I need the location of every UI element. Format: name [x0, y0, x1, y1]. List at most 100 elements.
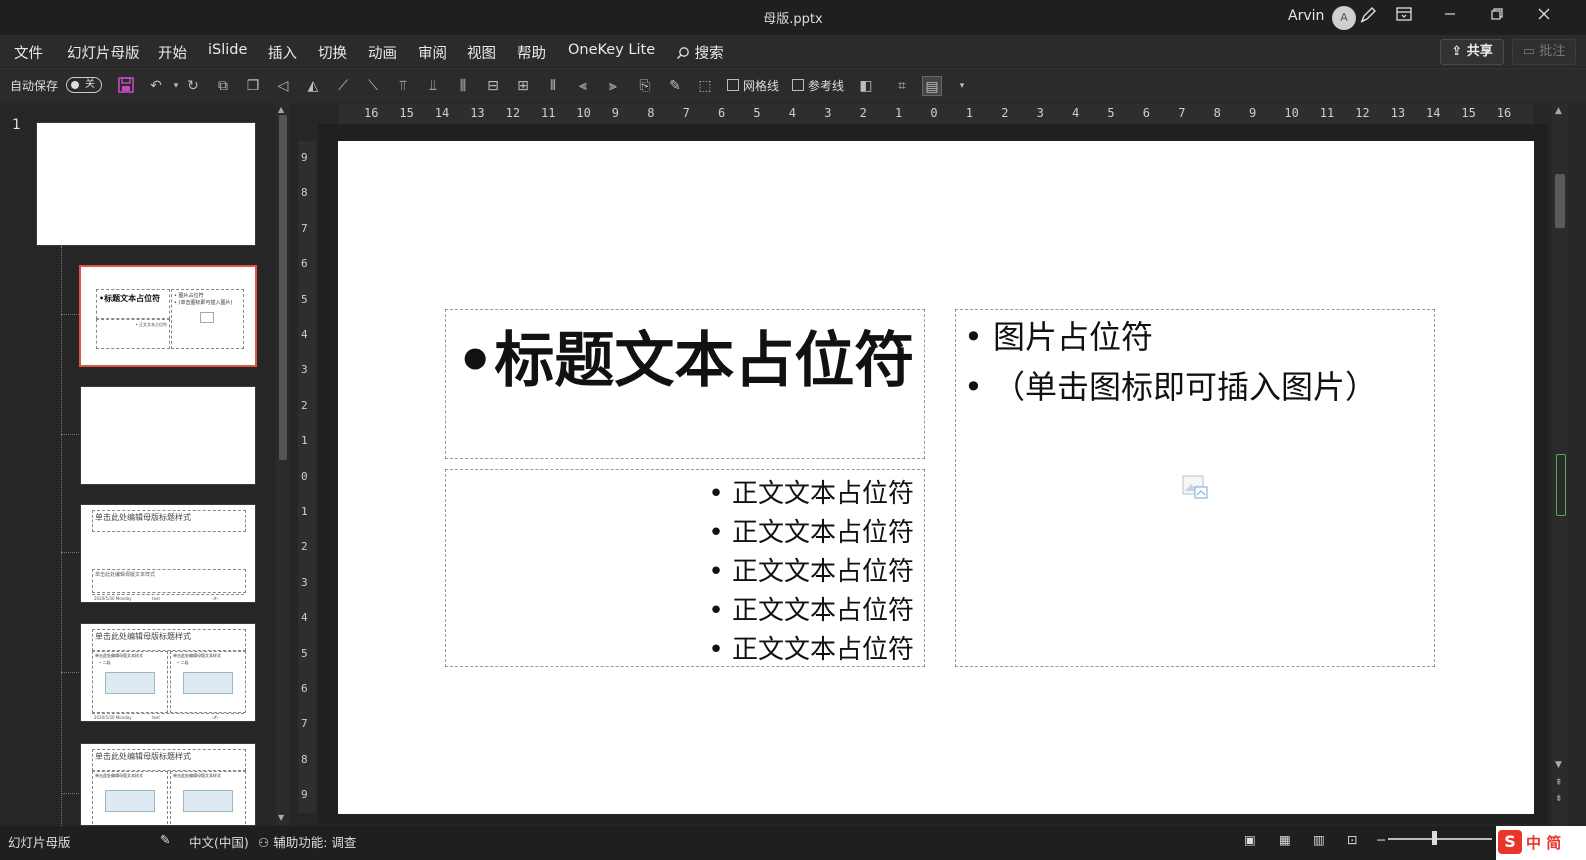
zoom-out-icon[interactable]: − — [1376, 832, 1386, 847]
thumb-content-icons — [105, 790, 155, 812]
menu-slide-master[interactable]: 幻灯片母版 — [67, 42, 140, 63]
reading-view-icon[interactable]: ▥ — [1313, 832, 1325, 847]
restore-icon[interactable] — [1485, 5, 1509, 29]
normal-view-icon[interactable]: ▣ — [1244, 832, 1256, 847]
distribute-vertical-icon[interactable]: ⫴ — [543, 76, 563, 96]
rotate-right-icon[interactable]: ⟋ — [333, 76, 353, 96]
thumb-content-icons — [183, 790, 233, 812]
layout-thumbnail-selected[interactable]: •标题文本占位符 • 正文文本占位符 • 图片占位符 • (单击图标即可插入图片… — [79, 265, 257, 367]
ruler-tick-label: 9 — [301, 151, 308, 164]
layout-thumbnail-two-content[interactable]: 单击此处编辑母版标题样式 单击此处编辑母版文本样式 • 二级 单击此处编辑母版文… — [80, 623, 256, 722]
islide-side-tab-icon[interactable] — [1556, 454, 1566, 516]
menu-insert[interactable]: 插入 — [268, 42, 297, 63]
body-text-line: • 正文文本占位符 — [708, 596, 914, 626]
redo-icon[interactable]: ↻ — [183, 76, 203, 96]
scroll-up-icon[interactable]: ▲ — [278, 105, 284, 114]
align-center-icon[interactable]: ⊞ — [513, 76, 533, 96]
spelling-check-icon[interactable]: ✎ — [160, 832, 170, 847]
slide-sorter-icon[interactable]: ▦ — [1279, 832, 1291, 847]
panel-scroll-thumb[interactable] — [279, 115, 287, 460]
gridlines-checkbox[interactable] — [727, 79, 739, 91]
canvas-scroll-thumb[interactable] — [1555, 174, 1565, 228]
share-button[interactable]: ⇪ 共享 — [1440, 39, 1504, 65]
body-placeholder[interactable]: • 正文文本占位符 • 正文文本占位符 • 正文文本占位符 • 正文文本占位符 … — [445, 469, 925, 667]
previous-slide-icon[interactable]: ⇞ — [1555, 778, 1563, 788]
close-icon[interactable] — [1532, 5, 1556, 29]
bring-forward-icon[interactable]: ❐ — [243, 76, 263, 96]
group-icon[interactable]: ⧉ — [213, 76, 233, 96]
thumb-title-box: 单击此处编辑母版标题样式 — [92, 510, 246, 532]
thumb-footer: 2020/5/30 Monday text ‹#› — [92, 594, 244, 602]
comment-button[interactable]: ▭ 批注 — [1512, 39, 1576, 65]
autosave-state: 关 — [85, 79, 95, 90]
picture-placeholder[interactable]: • 图片占位符 • （单击图标即可插入图片） — [955, 309, 1435, 667]
accessibility-status[interactable]: ⚇ 辅助功能: 调查 — [258, 832, 356, 851]
ribbon-display-icon[interactable] — [1392, 5, 1416, 29]
rotate-left-icon[interactable]: ⟍ — [363, 76, 383, 96]
minimize-icon[interactable] — [1438, 5, 1462, 29]
ruler-tick-label: 3 — [301, 575, 308, 589]
layout-connector-branch — [61, 552, 79, 553]
layout-thumbnail-title-only[interactable]: 单击此处编辑母版标题样式 单击此处编辑母版文本样式 2020/5/30 Mond… — [80, 504, 256, 603]
menu-view[interactable]: 视图 — [467, 42, 496, 63]
menu-islide[interactable]: iSlide — [208, 42, 247, 58]
scroll-down-icon[interactable]: ▼ — [278, 813, 284, 822]
picture-placeholder-line: • 图片占位符 — [964, 318, 1154, 356]
slideshow-icon[interactable]: ⊡ — [1347, 832, 1357, 847]
menu-review[interactable]: 审阅 — [418, 42, 447, 63]
panel-scrollbar[interactable]: ▲ ▼ — [276, 103, 290, 826]
crop-icon[interactable]: ⌗ — [892, 76, 912, 96]
ruler-tick-label: 14 — [1426, 106, 1441, 120]
align-middle-icon[interactable]: ⊟ — [483, 76, 503, 96]
menu-animations[interactable]: 动画 — [368, 42, 397, 63]
menu-onekey-lite[interactable]: OneKey Lite — [568, 42, 655, 58]
thumb-sub-level: • 二级 — [99, 660, 111, 665]
next-slide-icon[interactable]: ⇟ — [1555, 794, 1563, 804]
canvas-scrollbar[interactable]: ▲ ▼ ⇞ ⇟ — [1552, 104, 1568, 826]
menu-file[interactable]: 文件 — [14, 42, 43, 63]
triangle-left-icon[interactable]: ◁ — [273, 76, 293, 96]
thumb-title-box: •标题文本占位符 — [96, 289, 170, 319]
slide-size-icon[interactable]: ▤ — [922, 76, 942, 96]
pen-icon[interactable] — [1356, 5, 1380, 29]
horizontal-ruler: 16 15 14 13 12 11 10 9 8 7 6 5 4 3 2 1 0 1 2 3 4 5 6 7 8 9 10 11 12 1… — [338, 104, 1534, 124]
insert-picture-icon[interactable] — [1182, 475, 1208, 499]
brush-icon[interactable]: ✎ — [665, 76, 685, 96]
ruler-tick-label: 0 — [930, 106, 938, 120]
user-name[interactable]: Arvin — [1288, 8, 1324, 24]
gridlines-label: 网格线 — [743, 79, 780, 93]
undo-icon[interactable]: ↶ — [146, 76, 166, 96]
save-icon[interactable] — [116, 76, 136, 96]
selection-pane-icon[interactable]: ⬚ — [695, 76, 715, 96]
menu-home[interactable]: 开始 — [158, 42, 187, 63]
scroll-up-icon[interactable]: ▲ — [1555, 106, 1562, 116]
picture-placeholder-hint: • （单击图标即可插入图片） — [964, 368, 1378, 406]
language-indicator[interactable]: 中文(中国) — [189, 832, 249, 851]
align-top-icon[interactable]: ⫪ — [393, 76, 413, 96]
avatar[interactable]: A — [1332, 6, 1356, 30]
ime-indicator[interactable]: S 中 简 — [1496, 826, 1586, 860]
flip-icon[interactable]: ◭ — [303, 76, 323, 96]
master-thumbnail[interactable] — [36, 122, 256, 246]
format-painter-icon[interactable]: ⎘ — [635, 76, 655, 96]
scroll-down-icon[interactable]: ▼ — [1555, 760, 1562, 770]
customize-toolbar-icon[interactable]: ▾ — [952, 76, 972, 96]
ruler-tick-label: 0 — [301, 469, 308, 483]
search-box[interactable]: 搜索 — [676, 42, 724, 63]
slide-thumbnail-panel: 1 •标题文本占位符 • 正文文本占位符 • 图片占位符 • (单击图标即可插入… — [0, 103, 292, 826]
align-left-icon[interactable]: ⫷ — [573, 76, 593, 96]
align-right-icon[interactable]: ⫸ — [603, 76, 623, 96]
menu-help[interactable]: 帮助 — [517, 42, 546, 63]
autosave-toggle[interactable]: 关 — [66, 77, 102, 93]
zoom-slider-track[interactable] — [1388, 838, 1492, 840]
guides-checkbox[interactable] — [792, 79, 804, 91]
zoom-slider-knob[interactable] — [1432, 831, 1437, 845]
layout-thumbnail-blank[interactable] — [80, 386, 256, 485]
distribute-horizontal-icon[interactable]: ⫼ — [453, 76, 473, 96]
compare-icon[interactable]: ◧ — [856, 76, 876, 96]
title-placeholder[interactable]: •标题文本占位符 — [445, 309, 925, 459]
ruler-tick-label: 7 — [1178, 106, 1186, 120]
align-bottom-icon[interactable]: ⫫ — [423, 76, 443, 96]
menu-transitions[interactable]: 切换 — [318, 42, 347, 63]
layout-thumbnail-comparison[interactable]: 单击此处编辑母版标题样式 单击此处编辑母版文本样式 单击此处编辑母版文本样式 — [80, 743, 256, 826]
